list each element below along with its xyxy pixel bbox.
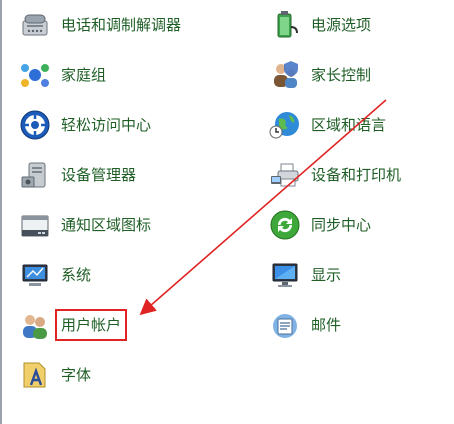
- item-label: 邮件: [311, 316, 342, 334]
- item-label: 设备和打印机: [311, 166, 402, 184]
- item-region-language[interactable]: 区域和语言: [268, 105, 386, 145]
- item-system[interactable]: 系统: [18, 255, 91, 295]
- phone-modem-icon: [18, 8, 52, 42]
- ease-of-access-icon: [18, 108, 52, 142]
- devices-printers-icon: [268, 158, 302, 192]
- item-user-accounts[interactable]: 用户帐户: [18, 305, 128, 345]
- power-options-icon: [268, 8, 302, 42]
- item-label: 家长控制: [311, 66, 372, 84]
- item-label: 轻松访问中心: [61, 116, 152, 134]
- region-language-icon: [268, 108, 302, 142]
- item-label: 显示: [311, 266, 342, 284]
- user-accounts-icon: [18, 308, 52, 342]
- notification-area-icon: [18, 208, 52, 242]
- item-label: 家庭组: [61, 66, 107, 84]
- item-label: 同步中心: [311, 216, 372, 234]
- item-homegroup[interactable]: 家庭组: [18, 55, 106, 95]
- parental-controls-icon: [268, 58, 302, 92]
- item-label: 区域和语言: [311, 116, 387, 134]
- item-mail[interactable]: 邮件: [268, 305, 341, 345]
- item-display[interactable]: 显示: [268, 255, 341, 295]
- mail-icon: [268, 308, 302, 342]
- sync-center-icon: [268, 208, 302, 242]
- item-notification-area-icons[interactable]: 通知区域图标: [18, 205, 151, 245]
- item-devices-printers[interactable]: 设备和打印机: [268, 155, 401, 195]
- item-label: 电源选项: [311, 16, 372, 34]
- item-label: 用户帐户: [54, 309, 128, 341]
- item-label: 通知区域图标: [61, 216, 152, 234]
- item-device-manager[interactable]: 设备管理器: [18, 155, 136, 195]
- item-label: 系统: [61, 266, 92, 284]
- item-fonts[interactable]: 字体: [18, 355, 91, 395]
- item-power-options[interactable]: 电源选项: [268, 5, 371, 45]
- system-icon: [18, 258, 52, 292]
- item-phone-modem[interactable]: 电话和调制解调器: [18, 5, 181, 45]
- item-label: 电话和调制解调器: [61, 16, 182, 34]
- item-ease-of-access[interactable]: 轻松访问中心: [18, 105, 151, 145]
- item-label: 字体: [61, 366, 92, 384]
- homegroup-icon: [18, 58, 52, 92]
- fonts-icon: [18, 358, 52, 392]
- device-manager-icon: [18, 158, 52, 192]
- item-label: 设备管理器: [61, 166, 137, 184]
- item-sync-center[interactable]: 同步中心: [268, 205, 371, 245]
- control-panel-items: 电话和调制解调器 电源选项 家庭组 家长控制 轻松访问中心 区域和语言 设备管理…: [0, 0, 454, 424]
- display-icon: [268, 258, 302, 292]
- item-parental-controls[interactable]: 家长控制: [268, 55, 371, 95]
